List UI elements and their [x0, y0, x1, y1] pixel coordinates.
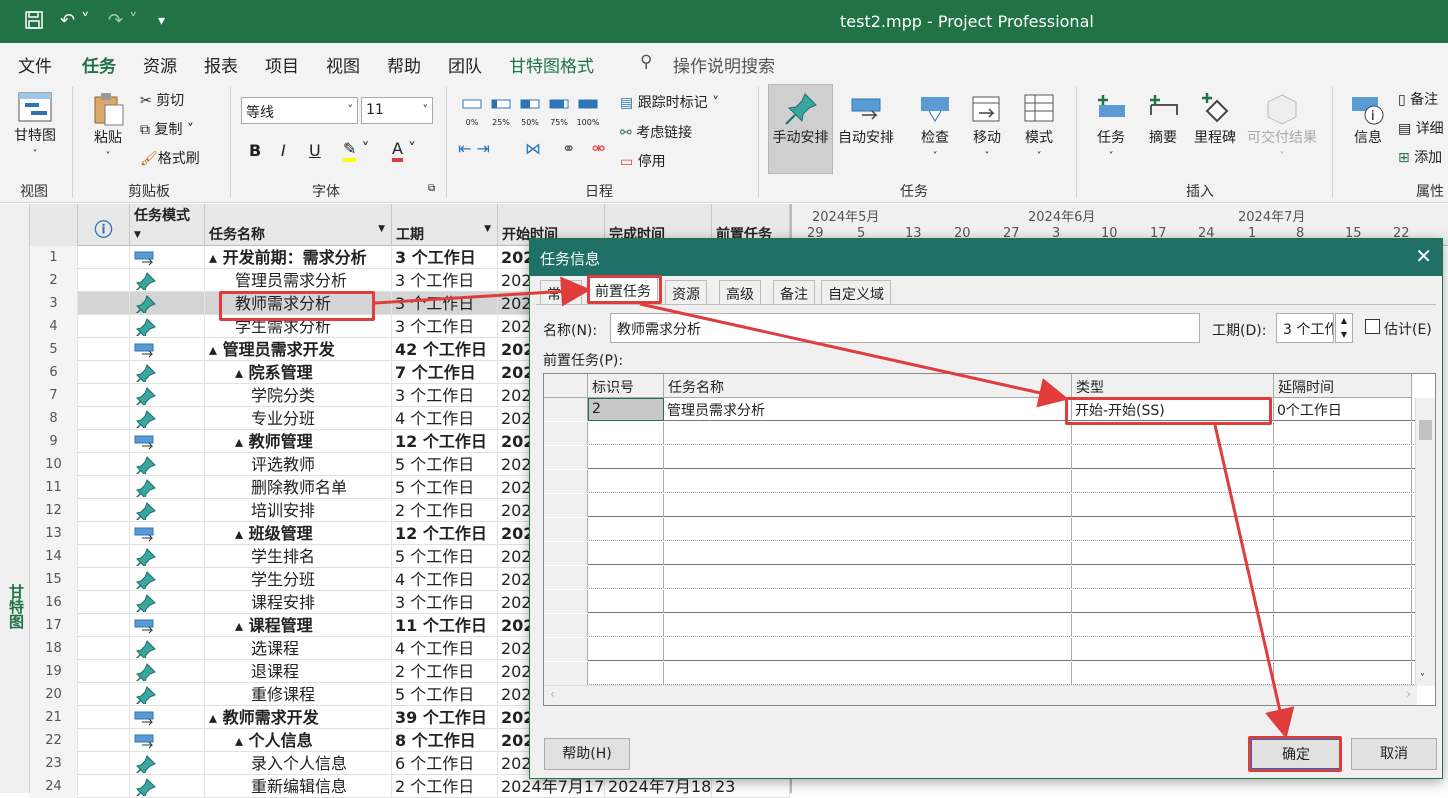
annotation-arrows [374, 276, 1295, 739]
